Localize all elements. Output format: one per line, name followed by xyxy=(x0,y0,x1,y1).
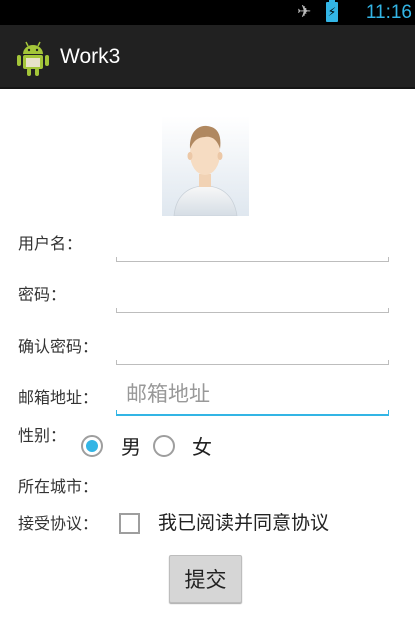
android-icon xyxy=(17,41,49,76)
user-avatar[interactable] xyxy=(162,116,249,216)
city-label: 所在城市： xyxy=(18,477,99,496)
email-label: 邮箱地址： xyxy=(18,388,99,407)
app-title: Work3 xyxy=(60,45,121,68)
agreement-checkbox-label[interactable]: 我已阅读并同意协议 xyxy=(158,510,329,536)
gender-male-radio[interactable] xyxy=(81,435,103,457)
confirm-password-field[interactable] xyxy=(116,325,389,365)
username-input[interactable] xyxy=(126,224,376,256)
email-input[interactable] xyxy=(126,378,376,410)
status-clock: 11:16 xyxy=(365,2,412,23)
status-bar: ✈ ⚡ 11:16 xyxy=(0,0,415,25)
password-label: 密码： xyxy=(18,285,67,304)
username-field[interactable] xyxy=(116,222,389,262)
submit-button[interactable]: 提交 xyxy=(169,555,242,603)
action-bar: Work3 xyxy=(0,25,415,89)
confirm-password-label: 确认密码： xyxy=(18,337,99,356)
gender-female-radio[interactable] xyxy=(153,435,175,457)
gender-male-label[interactable]: 男 xyxy=(121,434,141,460)
username-label: 用户名： xyxy=(18,234,83,253)
password-field[interactable] xyxy=(116,273,389,313)
agreement-checkbox[interactable] xyxy=(119,513,140,534)
battery-charging-icon: ⚡ xyxy=(326,0,338,22)
confirm-password-input[interactable] xyxy=(126,327,376,359)
airplane-mode-icon: ✈ xyxy=(297,2,312,22)
password-input[interactable] xyxy=(126,275,376,307)
gender-female-label[interactable]: 女 xyxy=(192,434,212,460)
agreement-label: 接受协议： xyxy=(18,514,99,533)
gender-label: 性别： xyxy=(18,426,67,445)
email-field[interactable] xyxy=(116,376,389,416)
